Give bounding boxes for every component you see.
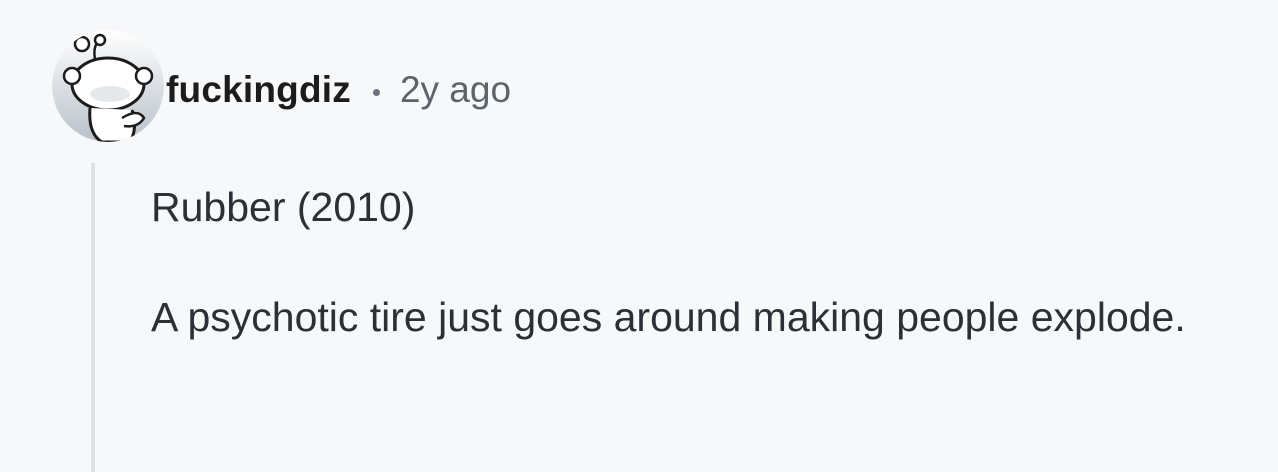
comment-meta: fuckingdiz 2y ago [166,66,511,114]
comment-paragraph: Rubber (2010) [151,184,416,230]
comment: fuckingdiz 2y ago Rubber (2010) A psycho… [0,0,1278,472]
author-username[interactable]: fuckingdiz [166,69,351,111]
separator-dot [372,88,380,96]
comment-body: Rubber (2010) A psychotic tire just goes… [151,172,1261,352]
comment-timestamp[interactable]: 2y ago [400,69,511,111]
snoo-avatar-icon[interactable] [52,30,164,142]
comment-paragraph: A psychotic tire just goes around making… [151,294,1186,340]
thread-collapse-line[interactable] [91,163,95,472]
